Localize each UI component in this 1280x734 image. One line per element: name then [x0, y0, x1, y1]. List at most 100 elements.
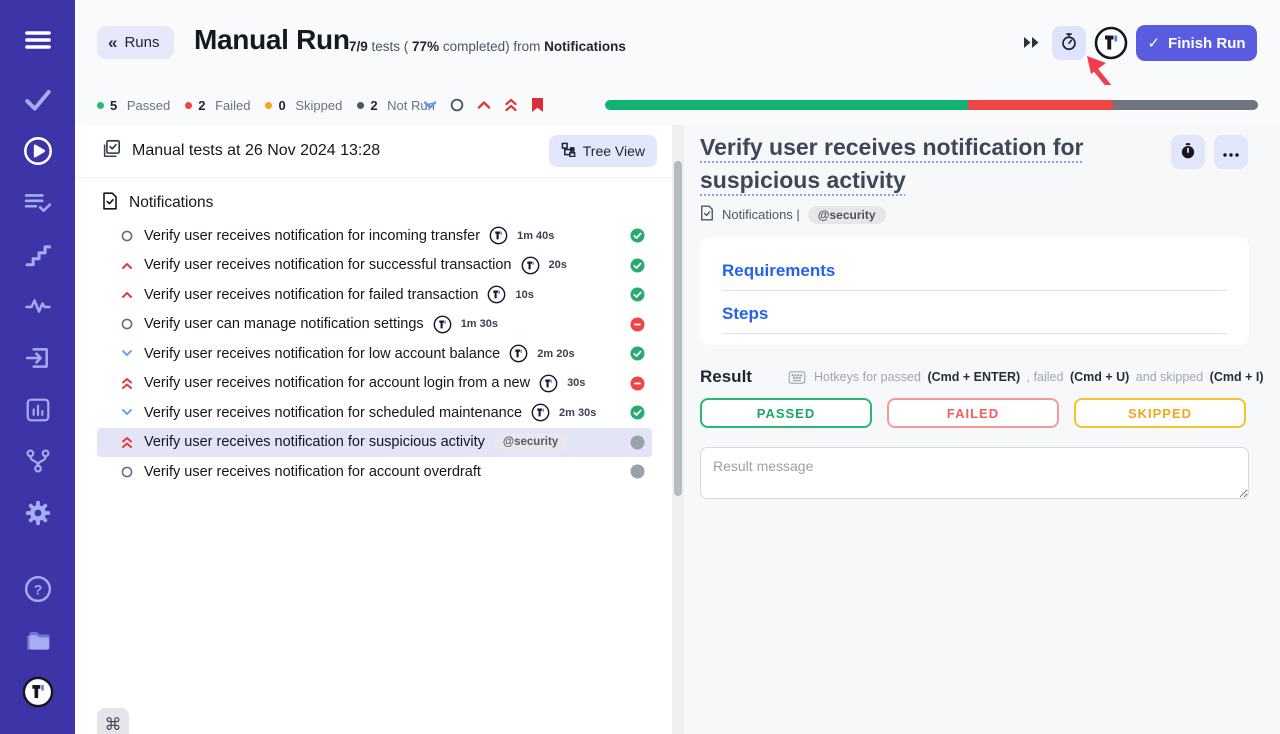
test-row[interactable]: Verify user can manage notification sett…	[97, 310, 652, 340]
section-link-steps[interactable]: Steps	[722, 304, 1227, 334]
mark-passed-button[interactable]: PASSED	[700, 398, 872, 428]
sidebar-item-branch-icon[interactable]	[22, 445, 54, 477]
test-timer-button[interactable]	[1171, 135, 1205, 169]
tree-view-icon	[561, 142, 576, 160]
sidebar-item-help-icon[interactable]: ?	[22, 573, 54, 605]
testomat-logo-icon	[539, 374, 558, 393]
finish-run-label: Finish Run	[1168, 35, 1246, 52]
priority-high-icon	[120, 261, 134, 270]
test-detail-title: Verify user receives notification for su…	[700, 131, 1172, 197]
command-hotkey-button[interactable]: ⌘	[97, 708, 129, 734]
test-title: Verify user receives notification for in…	[144, 228, 480, 244]
hotkey-part: (Cmd + ENTER)	[927, 370, 1020, 384]
double-chevron-left-icon: «	[108, 33, 117, 53]
test-duration: 20s	[549, 259, 567, 271]
sidebar-item-reports-icon[interactable]	[22, 394, 54, 426]
test-tag-badge: @security	[494, 434, 567, 450]
timer-button[interactable]	[1052, 26, 1086, 60]
sidebar-item-activity-icon[interactable]	[22, 290, 54, 322]
filter-chevron-up-icon[interactable]	[477, 100, 491, 110]
suite-folder-label: Notifications	[129, 194, 213, 212]
security-tag-badge[interactable]: @security	[808, 206, 886, 224]
vertical-scrollbar[interactable]	[672, 125, 684, 734]
run-progress-summary-part: 7/9	[349, 39, 368, 54]
priority-low-icon	[120, 349, 134, 358]
testomat-logo-icon	[487, 285, 506, 304]
document-check-icon	[102, 192, 118, 215]
test-list-panel: Manual tests at 26 Nov 2024 13:28 Tree V…	[75, 125, 672, 734]
check-icon: ✓	[1147, 34, 1160, 52]
test-duration: 2m 20s	[537, 348, 574, 360]
run-header: Manual tests at 26 Nov 2024 13:28 Tree V…	[75, 125, 672, 178]
test-row[interactable]: Verify user receives notification for lo…	[97, 339, 652, 369]
mark-failed-button[interactable]: FAILED	[887, 398, 1059, 428]
status-passed-icon	[630, 228, 645, 243]
fast-forward-icon[interactable]	[1023, 36, 1040, 54]
hotkey-part: Hotkeys for passed	[814, 370, 924, 384]
hotkey-part: , failed	[1023, 370, 1067, 384]
test-row[interactable]: Verify user receives notification for in…	[97, 221, 652, 251]
sidebar-item-menu-icon[interactable]	[22, 24, 54, 56]
result-section: Result Hotkeys for passed (Cmd + ENTER) …	[700, 367, 1249, 387]
document-check-icon	[700, 205, 714, 224]
count-value: 2	[198, 98, 205, 113]
count-label: Skipped	[292, 98, 343, 113]
content: Manual tests at 26 Nov 2024 13:28 Tree V…	[75, 125, 1280, 734]
test-row[interactable]: Verify user receives notification for sc…	[97, 398, 652, 428]
hotkey-part: (Cmd + I)	[1210, 370, 1264, 384]
filter-double-chevron-up-icon[interactable]	[504, 98, 518, 112]
test-row[interactable]: Verify user receives notification for su…	[97, 251, 652, 281]
priority-low-icon	[120, 408, 134, 417]
sidebar-item-list-check-icon[interactable]	[22, 187, 54, 219]
status-dot	[97, 102, 104, 109]
back-to-runs-button[interactable]: « Runs	[97, 26, 174, 59]
count-value: 0	[278, 98, 285, 113]
status-notrun-icon	[630, 464, 645, 479]
app: ? « Runs Manual Run 7/9 tests ( 77% comp…	[0, 0, 1280, 734]
progress-segment-failed	[968, 100, 1113, 110]
summary-count-passed: 5 Passed	[97, 98, 170, 113]
test-title: Verify user receives notification for ac…	[144, 464, 481, 480]
filter-circle-icon[interactable]	[450, 98, 464, 112]
priority-highest-icon	[120, 377, 134, 390]
status-passed-icon	[630, 346, 645, 361]
suite-folder[interactable]: Notifications	[75, 190, 672, 216]
summary-count-skipped: 0 Skipped	[265, 98, 342, 113]
stopwatch-icon	[1059, 32, 1079, 55]
sidebar-item-steps-icon[interactable]	[22, 239, 54, 271]
test-row[interactable]: Verify user receives notification for fa…	[97, 280, 652, 310]
sidebar-item-play-icon[interactable]	[22, 135, 54, 167]
mark-skipped-button[interactable]: SKIPPED	[1074, 398, 1246, 428]
hotkey-part: (Cmd + U)	[1070, 370, 1129, 384]
result-message-input[interactable]	[700, 447, 1249, 499]
scrollbar-thumb[interactable]	[674, 161, 682, 496]
run-progress-summary: 7/9 tests ( 77% completed) from Notifica…	[349, 39, 626, 54]
sidebar-item-check-icon[interactable]	[22, 84, 54, 116]
breadcrumb-suite[interactable]: Notifications |	[722, 207, 800, 222]
run-progress-summary-part: completed) from	[439, 39, 544, 54]
filter-bookmark-icon[interactable]	[531, 97, 544, 113]
test-row[interactable]: Verify user receives notification for ac…	[97, 457, 652, 487]
app-logo-icon[interactable]	[1094, 26, 1128, 60]
test-list: Verify user receives notification for in…	[75, 221, 672, 487]
tree-view-button[interactable]: Tree View	[549, 135, 657, 167]
finish-run-button[interactable]: ✓ Finish Run	[1136, 25, 1257, 61]
sidebar-item-settings-icon[interactable]	[22, 497, 54, 529]
test-row[interactable]: Verify user receives notification for su…	[97, 428, 652, 458]
sidebar-item-import-icon[interactable]	[22, 342, 54, 374]
priority-highest-icon	[120, 436, 134, 449]
test-row[interactable]: Verify user receives notification for ac…	[97, 369, 652, 399]
priority-none-icon	[120, 318, 134, 330]
filter-chevron-down-icon[interactable]	[423, 100, 437, 110]
sidebar-item-logo-icon[interactable]	[22, 676, 54, 708]
sidebar-item-projects-icon[interactable]	[22, 625, 54, 657]
status-buttons: PASSED FAILED SKIPPED	[700, 398, 1246, 428]
testomat-logo-icon	[489, 226, 508, 245]
test-title: Verify user receives notification for sc…	[144, 405, 522, 421]
more-options-button[interactable]	[1214, 135, 1248, 169]
section-link-requirements[interactable]: Requirements	[722, 261, 1227, 291]
breadcrumb: Notifications | @security	[700, 205, 886, 224]
clipboard-check-icon	[101, 139, 121, 164]
testomat-logo-icon	[531, 403, 550, 422]
status-row: 5 Passed2 Failed0 Skipped2 Not Run	[75, 85, 1280, 125]
